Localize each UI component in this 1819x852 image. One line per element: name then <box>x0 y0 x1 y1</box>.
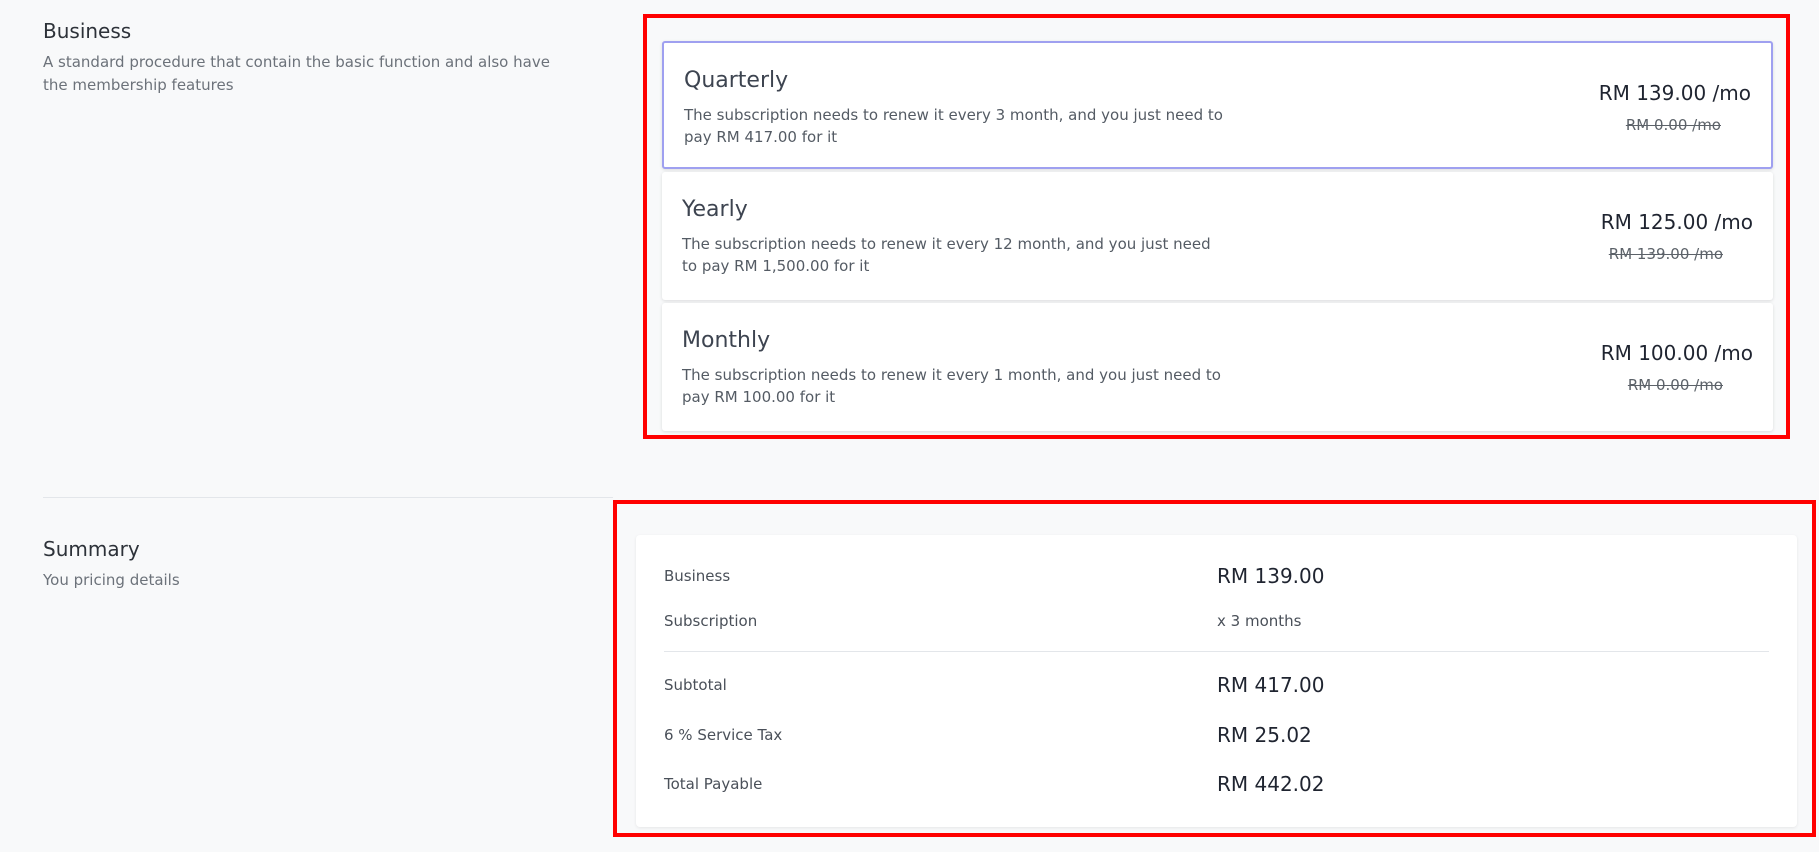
plan-old-price: RM 139.00 /mo <box>1608 245 1723 263</box>
summary-value: RM 442.02 <box>1217 772 1325 796</box>
plan-card-quarterly[interactable]: Quarterly The subscription needs to rene… <box>662 41 1773 169</box>
business-description: A standard procedure that contain the ba… <box>43 53 550 94</box>
plan-name: Yearly <box>682 197 748 222</box>
plan-description: The subscription needs to renew it every… <box>684 106 1223 146</box>
plan-old-price: RM 0.00 /mo <box>1627 376 1723 394</box>
summary-label: Subtotal <box>664 676 727 694</box>
summary-label: Subscription <box>664 612 758 630</box>
summary-value: RM 417.00 <box>1217 673 1325 697</box>
summary-label: 6 % Service Tax <box>664 726 783 744</box>
plan-card-monthly[interactable]: Monthly The subscription needs to renew … <box>662 303 1773 431</box>
summary-value: x 3 months <box>1217 612 1302 630</box>
summary-value: RM 139.00 <box>1217 564 1325 588</box>
summary-value: RM 25.02 <box>1217 723 1312 747</box>
plan-description: The subscription needs to renew it every… <box>682 366 1221 406</box>
plan-card-yearly[interactable]: Yearly The subscription needs to renew i… <box>662 172 1773 300</box>
business-section-info: Business A standard procedure that conta… <box>43 19 563 97</box>
plan-price: RM 100.00 /mo <box>1600 341 1753 365</box>
section-divider <box>43 497 613 498</box>
summary-section-info: Summary You pricing details <box>43 537 563 592</box>
summary-card: Business RM 139.00 Subscription x 3 mont… <box>636 535 1797 827</box>
plan-price: RM 125.00 /mo <box>1600 210 1753 234</box>
summary-description: You pricing details <box>43 571 180 589</box>
plan-name: Quarterly <box>684 68 789 93</box>
plan-old-price: RM 0.00 /mo <box>1625 116 1721 134</box>
summary-title: Summary <box>43 537 140 561</box>
summary-divider <box>664 651 1769 652</box>
plan-price: RM 139.00 /mo <box>1598 81 1751 105</box>
summary-label: Total Payable <box>664 775 763 793</box>
plan-name: Monthly <box>682 328 771 353</box>
summary-label: Business <box>664 567 731 585</box>
plan-description: The subscription needs to renew it every… <box>682 235 1211 275</box>
business-title: Business <box>43 19 132 43</box>
